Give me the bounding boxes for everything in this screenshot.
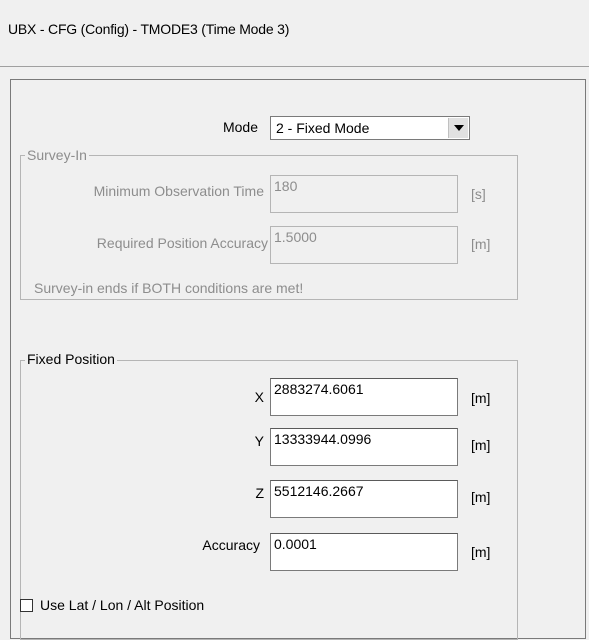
mode-select-value: 2 - Fixed Mode <box>276 120 370 136</box>
use-lla-checkbox[interactable] <box>20 599 33 612</box>
z-input[interactable]: 5512146.2667 <box>270 480 458 518</box>
mode-label: Mode <box>222 119 258 135</box>
accuracy-label: Accuracy <box>202 537 260 553</box>
x-label: X <box>254 389 264 405</box>
req-pos-accuracy-label: Required Position Accuracy <box>96 235 268 251</box>
survey-in-note: Survey-in ends if BOTH conditions are me… <box>34 280 304 296</box>
min-obs-time-unit: [s] <box>471 186 486 202</box>
fixed-position-legend: Fixed Position <box>25 351 117 367</box>
min-obs-time-label: Minimum Observation Time <box>93 183 264 199</box>
accuracy-input[interactable]: 0.0001 <box>270 533 458 571</box>
y-label: Y <box>254 433 264 449</box>
window-title: UBX - CFG (Config) - TMODE3 (Time Mode 3… <box>8 21 290 37</box>
survey-in-legend: Survey-In <box>25 147 89 163</box>
chevron-down-icon[interactable] <box>448 118 468 138</box>
accuracy-unit: [m] <box>471 544 491 560</box>
z-unit: [m] <box>471 489 491 505</box>
title-divider <box>0 66 589 67</box>
y-input[interactable]: 13333944.0996 <box>270 428 458 466</box>
x-unit: [m] <box>471 390 491 406</box>
req-pos-accuracy-unit: [m] <box>471 236 491 252</box>
min-obs-time-input[interactable]: 180 <box>270 175 458 213</box>
z-label: Z <box>255 485 264 501</box>
req-pos-accuracy-input[interactable]: 1.5000 <box>270 226 458 264</box>
x-input[interactable]: 2883274.6061 <box>270 378 458 416</box>
use-lla-label[interactable]: Use Lat / Lon / Alt Position <box>40 597 204 613</box>
mode-select[interactable]: 2 - Fixed Mode <box>270 116 470 140</box>
y-unit: [m] <box>471 437 491 453</box>
